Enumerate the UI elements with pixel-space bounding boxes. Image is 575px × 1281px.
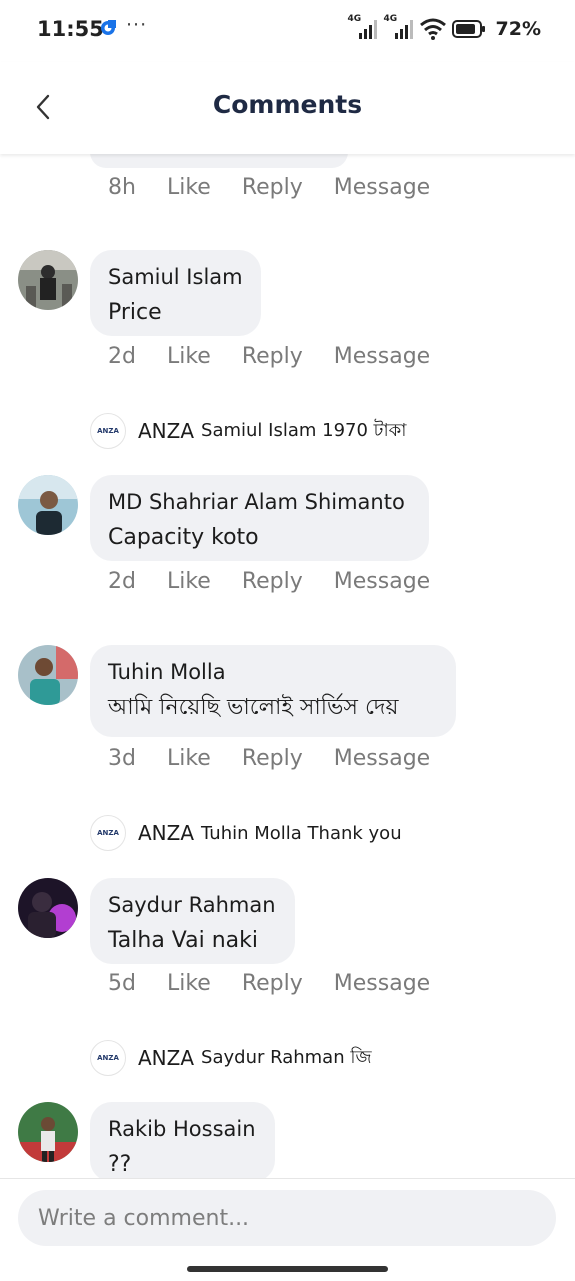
message-button[interactable]: Message bbox=[334, 569, 430, 594]
comment-composer bbox=[0, 1178, 575, 1281]
like-button[interactable]: Like bbox=[167, 971, 211, 996]
status-time: 11:55 bbox=[37, 17, 104, 41]
battery-icon bbox=[451, 20, 485, 38]
reply-page-name: ANZA bbox=[138, 419, 195, 443]
comment-text: ?? bbox=[108, 1152, 132, 1177]
comment-text: Capacity koto bbox=[108, 525, 259, 550]
avatar[interactable] bbox=[18, 878, 78, 938]
page-reply[interactable]: ANZA ANZA Samiul Islam 1970 টাকা bbox=[90, 413, 407, 449]
message-button[interactable]: Message bbox=[334, 971, 430, 996]
comment-bubble: Saydur Rahman Talha Vai naki bbox=[90, 878, 295, 964]
comment-time: 3d bbox=[108, 746, 136, 771]
status-bar: 11:55 ··· 4G 4G 72% bbox=[0, 0, 575, 62]
page-reply[interactable]: ANZA ANZA Tuhin Molla Thank you bbox=[90, 815, 402, 851]
comment-bubble: Tuhin Molla আমি নিয়েছি ভালোই সার্ভিস দে… bbox=[90, 645, 456, 737]
commenter-name[interactable]: Samiul Islam bbox=[108, 260, 243, 295]
comment-time: 2d bbox=[108, 569, 136, 594]
comment-actions: 5d Like Reply Message bbox=[108, 971, 461, 996]
reply-button[interactable]: Reply bbox=[242, 569, 303, 594]
message-button[interactable]: Message bbox=[334, 175, 430, 200]
like-button[interactable]: Like bbox=[167, 569, 211, 594]
reply-button[interactable]: Reply bbox=[242, 971, 303, 996]
comment-time: 8h bbox=[108, 175, 136, 200]
comment-bubble: Samiul Islam Price bbox=[90, 250, 261, 336]
page-logo: ANZA bbox=[90, 413, 126, 449]
avatar[interactable] bbox=[18, 475, 78, 535]
reply-text: Samiul Islam 1970 টাকা bbox=[201, 419, 407, 441]
like-button[interactable]: Like bbox=[167, 175, 211, 200]
comment-time: 2d bbox=[108, 344, 136, 369]
wifi-icon bbox=[419, 18, 446, 40]
message-button[interactable]: Message bbox=[334, 344, 430, 369]
page-reply[interactable]: ANZA ANZA Saydur Rahman জি bbox=[90, 1040, 372, 1076]
avatar[interactable] bbox=[18, 645, 78, 705]
comment-bubble: Rakib Hossain ?? bbox=[90, 1102, 275, 1178]
comment-actions: 2d Like Reply Message bbox=[108, 344, 461, 369]
comment-actions: 8h Like Reply Message bbox=[108, 175, 461, 200]
comment-text: Talha Vai naki bbox=[108, 928, 259, 953]
like-button[interactable]: Like bbox=[167, 344, 211, 369]
page-logo: ANZA bbox=[90, 1040, 126, 1076]
reply-page-name: ANZA bbox=[138, 821, 195, 845]
reply-text: Saydur Rahman জি bbox=[201, 1046, 372, 1068]
network-type-label: 4G bbox=[347, 14, 362, 24]
reply-button[interactable]: Reply bbox=[242, 746, 303, 771]
page-logo: ANZA bbox=[90, 815, 126, 851]
page-title: Comments bbox=[212, 90, 363, 119]
commenter-name[interactable]: Rakib Hossain bbox=[108, 1112, 257, 1147]
commenter-name[interactable]: Saydur Rahman bbox=[108, 888, 277, 923]
more-notifications-icon: ··· bbox=[126, 14, 148, 36]
commenter-name[interactable]: MD Shahriar Alam Shimanto bbox=[108, 485, 411, 520]
comment-input[interactable] bbox=[18, 1190, 556, 1246]
battery-percent: 72% bbox=[495, 18, 541, 40]
signal-icon: 4G bbox=[383, 14, 414, 42]
message-button[interactable]: Message bbox=[334, 746, 430, 771]
sync-icon bbox=[101, 20, 116, 35]
comment-list: 8h Like Reply Message Samiul Islam Price… bbox=[0, 154, 575, 1178]
comment-text: আমি নিয়েছি ভালোই সার্ভিস দেয় bbox=[108, 695, 399, 720]
reply-button[interactable]: Reply bbox=[242, 344, 303, 369]
signal-icon: 4G bbox=[347, 14, 378, 42]
like-button[interactable]: Like bbox=[167, 746, 211, 771]
comment-bubble bbox=[90, 154, 348, 168]
home-indicator[interactable] bbox=[187, 1266, 388, 1272]
reply-page-name: ANZA bbox=[138, 1046, 195, 1070]
comment-time: 5d bbox=[108, 971, 136, 996]
comment-actions: 3d Like Reply Message bbox=[108, 746, 461, 771]
reply-text: Tuhin Molla Thank you bbox=[201, 822, 402, 844]
avatar[interactable] bbox=[18, 250, 78, 310]
comment-bubble: MD Shahriar Alam Shimanto Capacity koto bbox=[90, 475, 429, 561]
comment-text: Price bbox=[108, 300, 162, 325]
reply-button[interactable]: Reply bbox=[242, 175, 303, 200]
comment-actions: 2d Like Reply Message bbox=[108, 569, 461, 594]
top-bar: Comments bbox=[0, 62, 575, 154]
avatar[interactable] bbox=[18, 1102, 78, 1162]
commenter-name[interactable]: Tuhin Molla bbox=[108, 655, 438, 690]
network-type-label: 4G bbox=[383, 14, 398, 24]
